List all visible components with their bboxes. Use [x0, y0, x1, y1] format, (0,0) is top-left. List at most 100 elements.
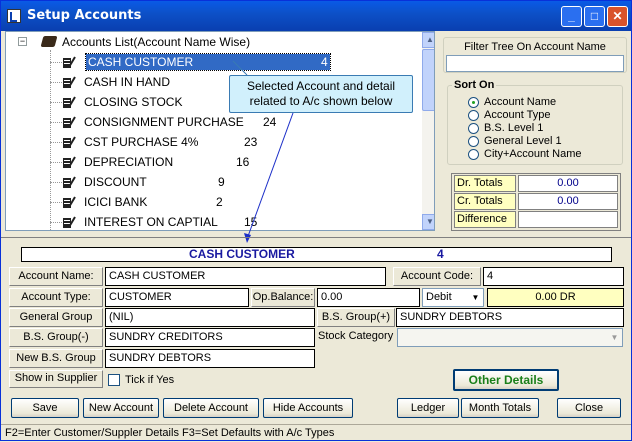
sort-option[interactable]: B.S. Level 1 [468, 122, 618, 135]
sort-option[interactable]: General Level 1 [468, 135, 618, 148]
minimize-button[interactable]: _ [561, 6, 582, 27]
tree-item-label[interactable]: CLOSING STOCK [84, 94, 182, 110]
filter-panel: Filter Tree On Account Name [443, 37, 627, 73]
tree-item[interactable]: CST PURCHASE 4% 23 [6, 134, 420, 150]
ledger-leaf-icon [63, 56, 76, 68]
hide-accounts-button[interactable]: Hide Accounts [263, 398, 353, 418]
tree-connector [50, 102, 62, 103]
sort-option-label: City+Account Name [484, 148, 582, 160]
sort-option[interactable]: Account Type [468, 109, 618, 122]
tree-item-code: 15 [244, 215, 258, 229]
tree-item-label[interactable]: DEPRECIATION [84, 154, 173, 170]
new-account-button[interactable]: New Account [83, 398, 159, 418]
drcr-select[interactable]: Debit ▼ [422, 288, 484, 307]
account-name-field[interactable]: CASH CUSTOMER [105, 267, 386, 286]
filter-label: Filter Tree On Account Name [464, 41, 606, 53]
op-balance-field[interactable]: 0.00 [317, 288, 420, 307]
account-type-label: Account Type: [9, 288, 103, 307]
radio-icon[interactable] [468, 123, 479, 134]
tree-item-label[interactable]: CASH IN HAND [84, 74, 170, 90]
tree-item-code: 23 [244, 135, 258, 149]
sort-option-label: B.S. Level 1 [484, 122, 544, 134]
tree-connector [50, 62, 62, 63]
radio-icon[interactable] [468, 149, 479, 160]
title-bar[interactable]: Setup Accounts _ □ ✕ [1, 1, 631, 31]
general-group-field[interactable]: (NIL) [105, 308, 315, 327]
close-button[interactable]: Close [557, 398, 621, 418]
bs-group-minus-label: B.S. Group(-) [9, 328, 103, 347]
delete-account-button[interactable]: Delete Account [163, 398, 259, 418]
radio-icon[interactable] [468, 97, 479, 108]
tree-item-label[interactable]: DISCOUNT [84, 174, 147, 190]
tree-item[interactable]: CONSIGNMENT PURCHASE 24 [6, 114, 420, 130]
radio-icon[interactable] [468, 136, 479, 147]
stock-category-select[interactable]: ▼ [397, 328, 623, 347]
ledger-button[interactable]: Ledger [397, 398, 459, 418]
maximize-button[interactable]: □ [584, 6, 605, 27]
save-button[interactable]: Save [11, 398, 79, 418]
ledger-leaf-icon [63, 216, 76, 228]
tree-root-label: Accounts List(Account Name Wise) [62, 35, 251, 49]
tree-item-label[interactable]: CASH CUSTOMER [85, 53, 331, 71]
sort-option[interactable]: City+Account Name [468, 148, 618, 161]
tree-connector [50, 122, 62, 123]
bs-group-plus-field[interactable]: SUNDRY DEBTORS [396, 308, 624, 327]
new-bs-group-field[interactable]: SUNDRY DEBTORS [105, 349, 315, 368]
account-code-label: Account Code: [393, 267, 481, 286]
dropdown-arrow-icon[interactable]: ▼ [469, 290, 482, 305]
book-icon [40, 36, 58, 47]
supplier-checkbox[interactable] [108, 374, 120, 386]
tree-item[interactable]: INTEREST ON CAPTIAL 15 [6, 214, 420, 230]
scroll-down-icon[interactable]: ▼ [422, 214, 434, 230]
cr-totals-value: 0.00 [518, 193, 618, 210]
account-code-field[interactable]: 4 [483, 267, 624, 286]
sort-title: Sort On [452, 79, 497, 91]
tree-item-code: 16 [236, 155, 250, 169]
tree-item-code: 24 [263, 115, 277, 129]
scroll-thumb[interactable] [422, 49, 434, 111]
sort-group: Sort On Account Name Account Type B.S. Lev… [447, 79, 623, 165]
scroll-up-icon[interactable]: ▲ [422, 32, 434, 48]
difference-value [518, 211, 618, 228]
sort-option-label: Account Type [484, 109, 551, 121]
tree-item-label[interactable]: ICICI BANK [84, 194, 147, 210]
radio-icon[interactable] [468, 110, 479, 121]
tree-item[interactable]: ICICI BANK 2 [6, 194, 420, 210]
tree-item[interactable]: CASH CUSTOMER 4 [6, 53, 420, 71]
tree-scrollbar[interactable]: ▲ ▼ [422, 32, 434, 230]
filter-input[interactable] [446, 55, 624, 72]
close-window-button[interactable]: ✕ [607, 6, 628, 27]
balance-display: 0.00 DR [487, 288, 624, 307]
tree-item[interactable]: DISCOUNT 9 [6, 174, 420, 190]
tree-item-code: 9 [218, 175, 225, 189]
bs-group-minus-field[interactable]: SUNDRY CREDITORS [105, 328, 315, 347]
account-name-label: Account Name: [9, 267, 103, 286]
dropdown-arrow-icon[interactable]: ▼ [608, 330, 621, 345]
show-in-supplier-label: Show in Supplier [9, 370, 103, 388]
collapse-icon[interactable]: − [18, 37, 27, 46]
header-account-name: CASH CUSTOMER [189, 247, 295, 261]
ledger-leaf-icon [63, 176, 76, 188]
bs-group-plus-label: B.S. Group(+) [317, 308, 395, 327]
tree-root[interactable]: − Accounts List(Account Name Wise) [6, 34, 416, 50]
tree-item-label[interactable]: CST PURCHASE 4% [84, 134, 198, 150]
setup-accounts-window: Setup Accounts _ □ ✕ − Accounts List(Acc… [0, 0, 632, 441]
ledger-leaf-icon [63, 136, 76, 148]
ledger-leaf-icon [63, 116, 76, 128]
sort-option[interactable]: Account Name [468, 96, 618, 109]
account-type-field[interactable]: CUSTOMER [105, 288, 249, 307]
ledger-leaf-icon [63, 76, 76, 88]
op-balance-label: Op.Balance: [251, 288, 315, 307]
tree-item-label[interactable]: INTEREST ON CAPTIAL [84, 214, 218, 230]
ledger-leaf-icon [63, 196, 76, 208]
tree-item[interactable]: DEPRECIATION 16 [6, 154, 420, 170]
accounts-tree[interactable]: − Accounts List(Account Name Wise) CASH … [5, 31, 435, 231]
selected-account-header: CASH CUSTOMER 4 [21, 247, 612, 262]
totals-panel: Dr. Totals 0.00 Cr. Totals 0.00 Differen… [451, 173, 621, 231]
other-details-button[interactable]: Other Details [453, 369, 559, 391]
tree-item-label[interactable]: CONSIGNMENT PURCHASE [84, 114, 244, 130]
stock-category-label: Stock Category [318, 330, 394, 342]
month-totals-button[interactable]: Month Totals [461, 398, 539, 418]
general-group-label: General Group [9, 308, 103, 327]
sort-option-label: Account Name [484, 96, 557, 108]
